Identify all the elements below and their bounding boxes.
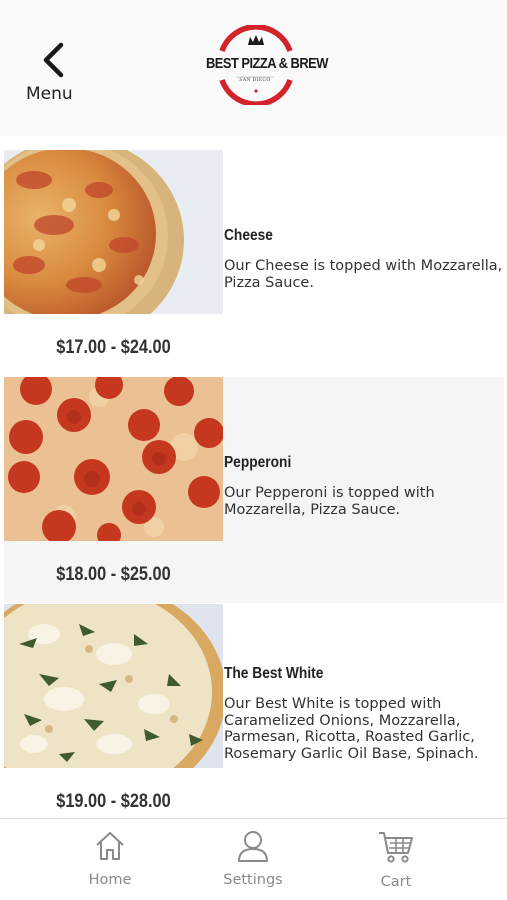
menu-item-description: Our Best White is topped with Caramelize… [224,696,479,762]
home-icon [96,832,124,860]
menu-item-description: Our Pepperoni is topped with Mozzarella,… [224,485,435,518]
menu-item-name: Cheese [224,227,273,244]
back-button[interactable]: Menu [22,38,84,108]
tab-home-label: Home [88,872,132,888]
back-label: Menu [26,84,73,104]
chevron-left-icon [43,42,64,78]
white-pizza-photo [4,604,223,768]
menu-item-description: Our Cheese is topped with Mozzarella, Pi… [224,258,503,291]
tab-settings-label: Settings [223,872,283,888]
tab-home[interactable]: Home [50,829,170,899]
menu-item-best-white[interactable]: The Best White Our Best White is topped … [4,604,504,830]
menu-item-price: $19.00 - $28.00 [56,791,171,812]
cart-icon [379,832,413,863]
pepperoni-pizza-photo [4,377,223,541]
menu-item-name: The Best White [224,665,324,682]
cheese-pizza-photo [4,150,223,314]
tab-cart-label: Cart [380,874,412,890]
menu-item-price: $17.00 - $24.00 [56,337,171,358]
menu-item-pepperoni[interactable]: Pepperoni Our Pepperoni is topped with M… [4,377,504,603]
logo-subtext: SAN DIEGO [239,78,271,83]
menu-item-name: Pepperoni [224,454,292,471]
user-icon [238,831,268,862]
menu-item-cheese[interactable]: Cheese Our Cheese is topped with Mozzare… [4,150,504,376]
brand-logo: BEST PIZZA & BREW SAN DIEGO [198,25,328,105]
crown-icon [248,35,264,45]
logo-text: BEST PIZZA & BREW [205,55,328,72]
tab-settings[interactable]: Settings [193,829,313,899]
menu-item-price: $18.00 - $25.00 [56,564,171,585]
app-header: Menu BEST PIZZA & BREW SAN DIEGO [0,0,507,136]
bottom-tab-bar: Home Settings Cart [0,818,507,900]
tab-cart[interactable]: Cart [336,829,456,899]
